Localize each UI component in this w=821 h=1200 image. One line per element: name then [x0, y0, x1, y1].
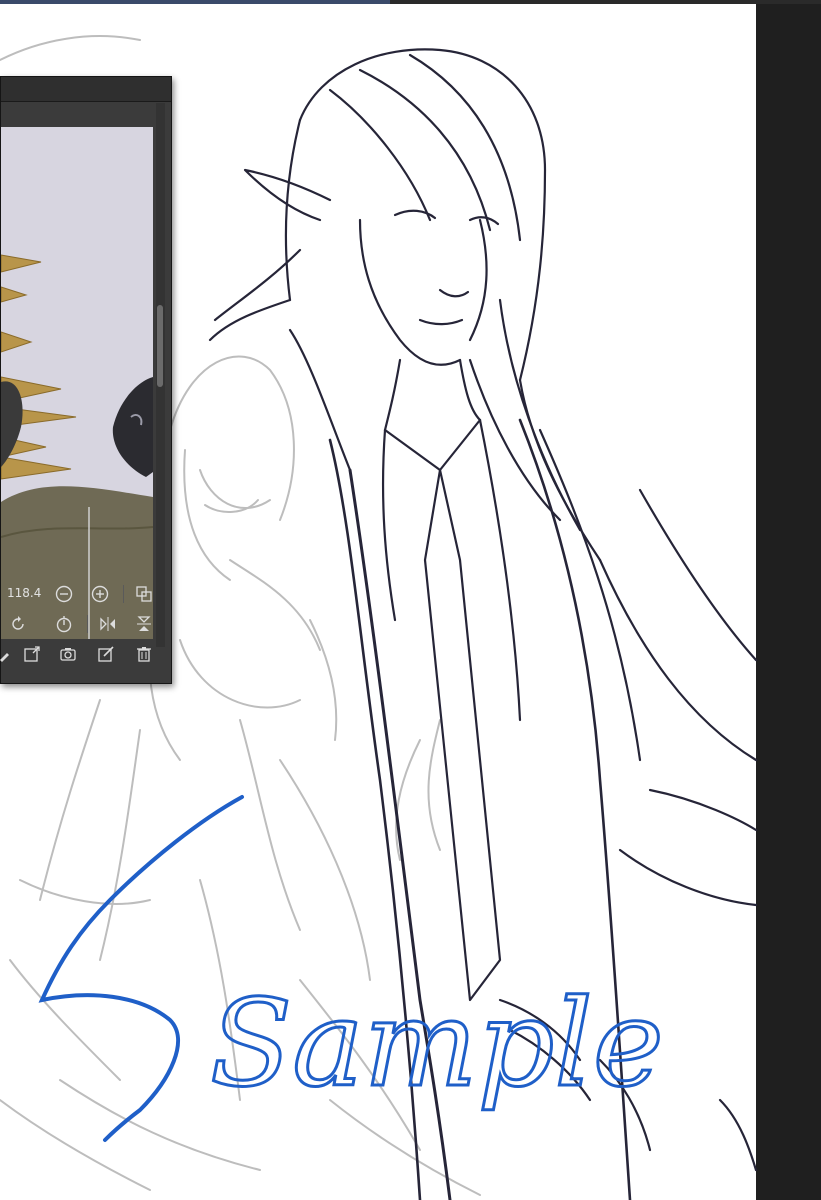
reset-rotation-icon [56, 616, 72, 633]
import-image-button[interactable] [21, 643, 43, 665]
minus-circle-icon [55, 585, 73, 603]
toolbar-row-zoom: 118.4 [1, 579, 165, 609]
import-image-icon [24, 646, 40, 662]
zoom-value[interactable]: 118.4 [7, 586, 41, 600]
3d-model-preview [1, 127, 153, 639]
camera-icon [60, 648, 76, 661]
edit-icon [98, 646, 114, 662]
toolbar-row-actions [0, 639, 165, 669]
flip-horizontal-button[interactable] [97, 613, 119, 635]
toolbar-row-rotate [1, 609, 165, 639]
rotate-button[interactable] [7, 613, 29, 635]
sample-annotation: Sample [38, 795, 665, 1142]
3d-viewport[interactable] [1, 127, 153, 639]
panel-titlebar[interactable] [1, 77, 171, 102]
fit-view-icon [136, 586, 152, 602]
rotate-icon [12, 616, 24, 630]
fit-view-button[interactable] [133, 583, 155, 605]
plus-circle-icon [91, 585, 109, 603]
flip-vertical-icon [137, 616, 151, 631]
zoom-out-button[interactable] [53, 583, 75, 605]
reset-rotation-button[interactable] [53, 613, 75, 635]
delete-button[interactable] [133, 643, 155, 665]
trash-icon [137, 647, 151, 662]
annotation-text: Sample [210, 975, 664, 1114]
flip-vertical-button[interactable] [133, 613, 155, 635]
toolbar-separator [87, 615, 88, 633]
3d-reference-panel[interactable]: 118.4 [0, 76, 172, 684]
panel-scrollbar-thumb[interactable] [157, 305, 163, 387]
snapshot-button[interactable] [57, 643, 79, 665]
eyedropper-button[interactable] [0, 643, 17, 665]
zoom-in-button[interactable] [89, 583, 111, 605]
eyedropper-icon [0, 653, 9, 662]
panel-toolbar: 118.4 [0, 577, 165, 677]
flip-horizontal-icon [100, 617, 115, 631]
edit-button[interactable] [95, 643, 117, 665]
drawing-canvas[interactable]: Sample 118.4 [0, 0, 821, 1200]
toolbar-separator [123, 585, 124, 603]
